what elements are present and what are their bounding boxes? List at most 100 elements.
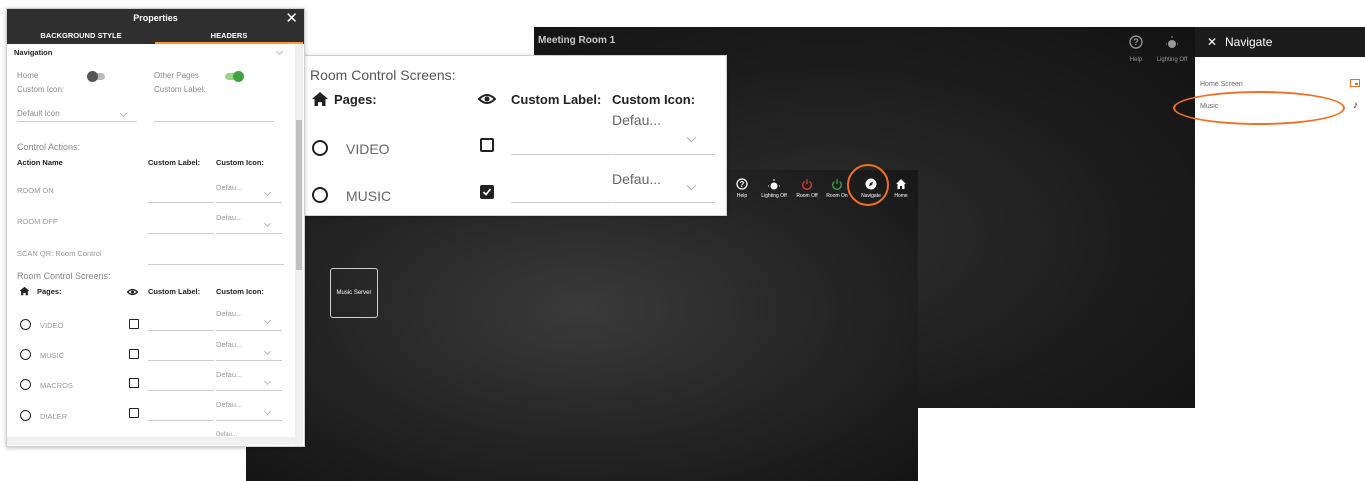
checkbox-macros[interactable]: [129, 378, 139, 388]
highlight-navigate-circle: [847, 164, 889, 206]
help-button[interactable]: ? Help: [725, 178, 759, 199]
tab-background-style[interactable]: BACKGROUND STYLE: [7, 28, 155, 44]
room-control-screens-label: Room Control Screens:: [17, 271, 111, 281]
front-room-screen: ? Help Lighting Off Room Off Room On Nav…: [246, 170, 918, 481]
custom-icon-select-macros[interactable]: Defau...: [216, 370, 282, 391]
action-custom-label-input[interactable]: [148, 264, 284, 265]
action-label: SCAN QR: Room Control: [17, 249, 102, 258]
eye-icon: [478, 93, 496, 105]
close-icon[interactable]: ✕: [1207, 35, 1217, 49]
custom-label-input[interactable]: [154, 109, 274, 122]
chevron-down-icon: [263, 377, 272, 386]
checkbox-dialer[interactable]: [129, 408, 139, 418]
custom-icon-select-dialer[interactable]: Defau...: [216, 400, 282, 421]
horizontal-scrollbar[interactable]: [7, 437, 295, 445]
checkbox-video[interactable]: [129, 319, 139, 329]
home-icon: [895, 178, 907, 190]
properties-header: Properties ✕: [7, 9, 304, 28]
pages-header: Pages:: [37, 287, 62, 296]
toggle-knob: [233, 71, 244, 82]
radio-dialer[interactable]: [20, 410, 31, 421]
radio-music[interactable]: [312, 187, 328, 203]
room-off-label: Room Off: [796, 193, 818, 199]
custom-icon-label: Custom Icon:: [17, 85, 65, 94]
other-pages-label: Other Pages: [154, 71, 199, 80]
custom-label-input-dialer[interactable]: [148, 420, 214, 421]
radio-music[interactable]: [20, 349, 31, 360]
custom-icon-select-music[interactable]: Defau...: [612, 171, 715, 203]
music-note-icon: ♪: [1353, 100, 1358, 111]
select-value: Defau...: [216, 400, 243, 409]
select-value: Defau...: [216, 213, 243, 222]
radio-macros[interactable]: [20, 379, 31, 390]
action-label: ROOM ON: [17, 186, 54, 195]
page-label-music: MUSIC: [40, 351, 65, 360]
tab-headers[interactable]: HEADERS: [155, 28, 303, 44]
custom-icon-select-video[interactable]: Defau...: [612, 112, 715, 155]
custom-icon-header: Custom Icon:: [216, 287, 264, 296]
custom-label-label: Custom Label:: [154, 85, 206, 94]
checkbox-video[interactable]: [480, 138, 494, 152]
custom-label-input-macros[interactable]: [148, 390, 214, 391]
help-label: Help: [1129, 57, 1143, 63]
page-label-dialer: DIALER: [40, 412, 68, 421]
highlight-music-ellipse: [1173, 91, 1345, 125]
properties-panel: Properties ✕ BACKGROUND STYLE HEADERS Na…: [6, 8, 305, 447]
lighting-button[interactable]: Lighting Off: [757, 178, 791, 199]
select-value: Default Icon: [17, 109, 60, 118]
chevron-down-icon: [686, 180, 697, 191]
action-custom-icon-select[interactable]: Defau...: [216, 213, 282, 234]
select-value: Defau...: [216, 370, 243, 379]
checkbox-music[interactable]: [129, 349, 139, 359]
custom-label-input-music[interactable]: [511, 202, 611, 203]
room-off-button[interactable]: Room Off: [790, 178, 824, 199]
close-icon[interactable]: ✕: [285, 9, 298, 28]
custom-icon-select-music[interactable]: Defau...: [216, 340, 282, 361]
select-value: Defau...: [216, 183, 243, 192]
lightbulb-icon: [767, 178, 781, 192]
help-button[interactable]: ? Help: [1121, 35, 1151, 63]
radio-video[interactable]: [312, 140, 328, 156]
action-label: ROOM OFF: [17, 217, 58, 226]
power-icon: [831, 178, 843, 190]
scrollbar-thumb[interactable]: [296, 120, 302, 270]
nav-item-home-screen[interactable]: Home Screen: [1200, 79, 1360, 88]
default-icon-select[interactable]: Default Icon: [17, 109, 137, 122]
home-screen-icon: [1350, 79, 1360, 87]
custom-icon-header: Custom Icon:: [612, 92, 696, 107]
music-server-tile[interactable]: Music Server: [330, 268, 378, 318]
chevron-down-icon: [119, 109, 128, 118]
custom-label-input-video[interactable]: [511, 154, 611, 155]
action-custom-label-input[interactable]: [148, 233, 214, 234]
help-label: Help: [736, 193, 748, 199]
custom-label-header: Custom Label:: [148, 287, 201, 296]
home-button[interactable]: Home: [884, 178, 918, 199]
power-icon: [801, 178, 813, 190]
chevron-down-icon: [263, 347, 272, 356]
svg-text:?: ?: [1133, 37, 1139, 47]
action-custom-label-input[interactable]: [148, 202, 214, 203]
properties-tabs: BACKGROUND STYLE HEADERS: [7, 28, 304, 44]
pages-header: Pages:: [334, 92, 377, 107]
vertical-scrollbar[interactable]: [295, 44, 303, 446]
custom-label-input-music[interactable]: [148, 360, 214, 361]
select-value: Defau...: [612, 171, 662, 187]
navigate-title: Navigate: [1225, 35, 1273, 49]
chevron-down-icon: [263, 219, 272, 228]
radio-video[interactable]: [20, 319, 31, 330]
page-label-music: MUSIC: [346, 188, 392, 204]
custom-label-header: Custom Label:: [511, 92, 602, 107]
lighting-button[interactable]: Lighting Off: [1152, 35, 1192, 63]
svg-text:?: ?: [740, 180, 745, 189]
page-label-video: VIDEO: [40, 321, 64, 330]
properties-title: Properties: [133, 13, 178, 23]
action-custom-icon-select[interactable]: Defau...: [216, 183, 282, 203]
select-value: Defau...: [612, 112, 662, 128]
eye-icon: [127, 288, 138, 296]
zoom-title: Room Control Screens:: [310, 67, 456, 83]
custom-icon-select-video[interactable]: Defau...: [216, 309, 282, 331]
home-icon: [19, 286, 30, 296]
chevron-down-icon[interactable]: [275, 47, 284, 56]
checkbox-music[interactable]: [480, 185, 494, 199]
custom-label-input-video[interactable]: [148, 330, 214, 331]
